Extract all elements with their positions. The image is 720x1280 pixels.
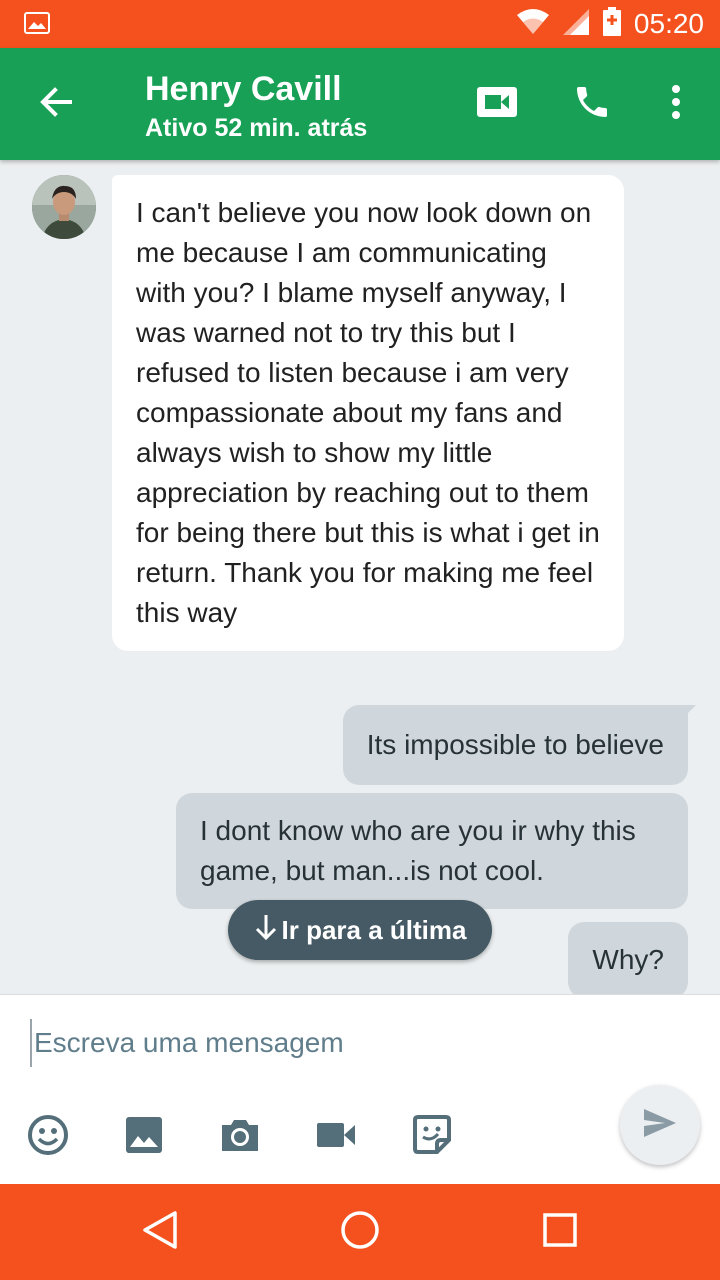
send-icon xyxy=(643,1108,677,1143)
voice-call-button[interactable] xyxy=(566,78,618,130)
video-camera-icon xyxy=(476,86,518,123)
back-triangle-icon xyxy=(141,1210,179,1255)
jump-to-latest-label: Ir para a última xyxy=(281,914,467,945)
outgoing-message[interactable]: I dont know who are you ir why this game… xyxy=(176,793,688,909)
recents-square-icon xyxy=(542,1212,578,1253)
status-bar: 05:20 xyxy=(0,0,720,48)
outgoing-message[interactable]: Its impossible to believe xyxy=(342,705,696,785)
arrow-down-icon xyxy=(254,913,278,948)
nav-home-button[interactable] xyxy=(338,1210,382,1254)
sticker-icon xyxy=(411,1114,453,1161)
nav-recents-button[interactable] xyxy=(538,1210,582,1254)
navigation-bar xyxy=(0,1184,720,1280)
composer xyxy=(0,994,720,1184)
video-call-button[interactable] xyxy=(470,80,524,128)
outgoing-message[interactable]: Why? xyxy=(568,922,688,994)
status-time: 05:20 xyxy=(633,8,704,39)
image-icon xyxy=(125,1116,163,1159)
home-circle-icon xyxy=(340,1210,380,1255)
back-arrow-icon xyxy=(38,84,74,125)
emoji-icon xyxy=(27,1114,69,1161)
phone-icon xyxy=(572,82,612,127)
contact-name[interactable]: Henry Cavill xyxy=(145,70,342,109)
more-vert-icon xyxy=(671,84,681,125)
bubble-tail xyxy=(686,705,696,715)
message-text: Its impossible to believe xyxy=(366,729,664,760)
incoming-message[interactable]: I can't believe you now look down on me … xyxy=(112,175,624,651)
nav-back-button[interactable] xyxy=(138,1210,182,1254)
back-button[interactable] xyxy=(26,78,86,130)
gallery-button[interactable] xyxy=(122,1115,166,1159)
message-text: Why? xyxy=(592,944,664,975)
send-button[interactable] xyxy=(620,1085,700,1165)
message-text: I dont know who are you ir why this game… xyxy=(200,815,636,886)
wifi-icon xyxy=(516,8,550,40)
conversation[interactable]: I can't believe you now look down on me … xyxy=(0,160,720,994)
video-button[interactable] xyxy=(314,1115,358,1159)
emoji-button[interactable] xyxy=(26,1114,70,1161)
jump-to-latest-button[interactable]: Ir para a última xyxy=(228,900,492,960)
camera-button[interactable] xyxy=(218,1115,262,1159)
message-text: I can't believe you now look down on me … xyxy=(136,197,600,628)
sticker-button[interactable] xyxy=(410,1114,454,1161)
contact-status: Ativo 52 min. atrás xyxy=(145,114,368,142)
camera-icon xyxy=(219,1117,261,1158)
battery-icon xyxy=(602,6,622,42)
image-icon xyxy=(24,12,50,34)
message-input[interactable] xyxy=(30,1019,590,1067)
video-icon xyxy=(316,1121,356,1154)
avatar[interactable] xyxy=(32,175,96,239)
signal-icon xyxy=(562,8,590,41)
more-options-button[interactable] xyxy=(656,78,696,130)
app-bar: Henry Cavill Ativo 52 min. atrás xyxy=(0,48,720,160)
